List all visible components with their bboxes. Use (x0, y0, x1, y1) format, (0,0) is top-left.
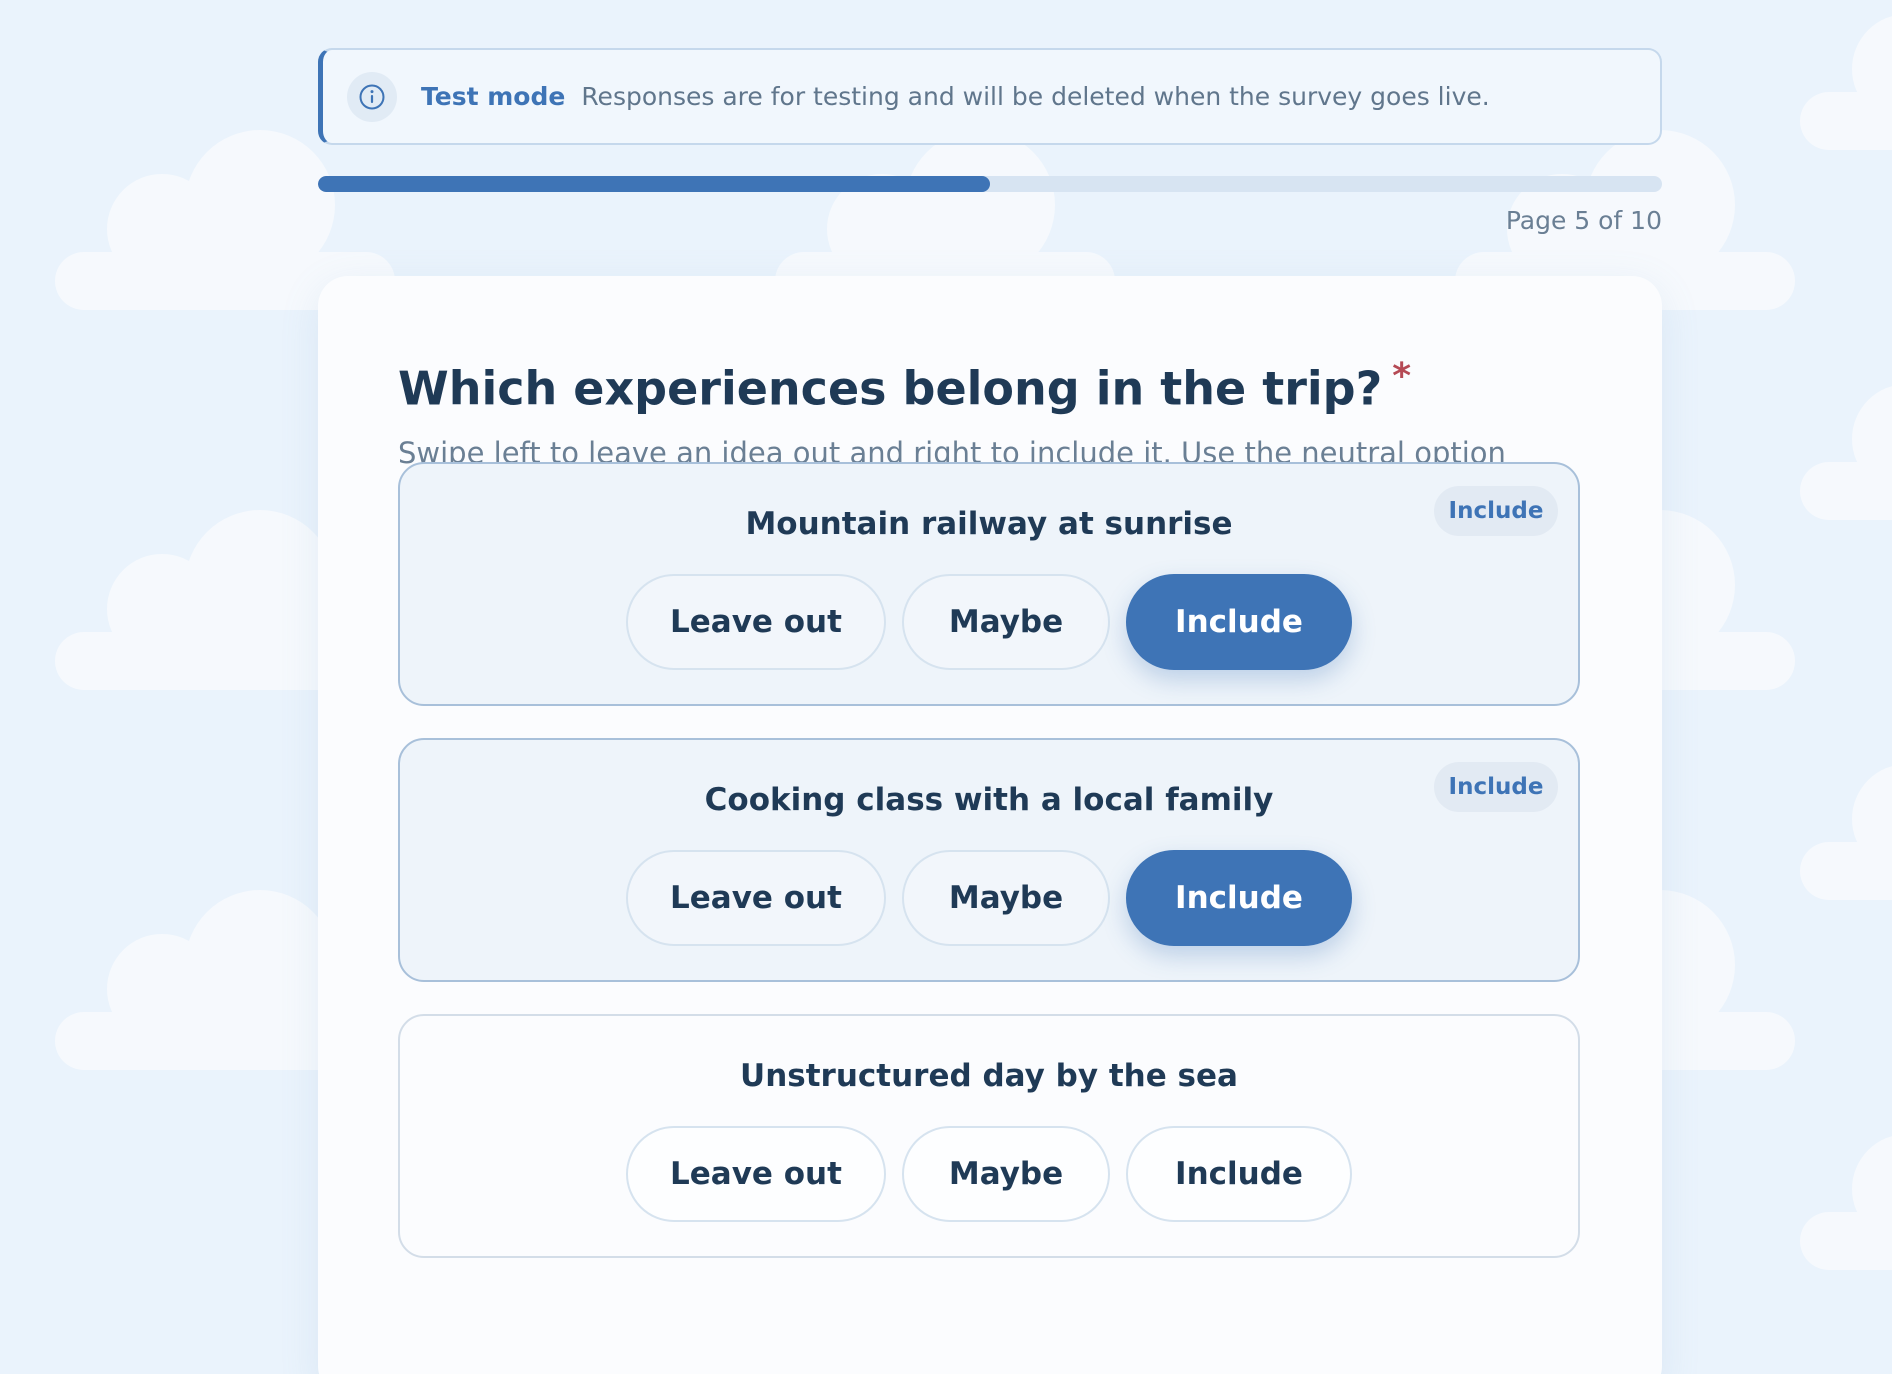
cloud-decoration (1800, 14, 1892, 150)
maybe-button[interactable]: Maybe (902, 574, 1110, 670)
question-card: Which experiences belong in the trip? * S… (318, 276, 1662, 1374)
choice-group: Leave out Maybe Include (626, 1126, 1352, 1222)
maybe-button[interactable]: Maybe (902, 850, 1110, 946)
choice-group: Leave out Maybe Include (626, 574, 1352, 670)
cloud-decoration (1800, 1134, 1892, 1270)
experience-item: Cooking class with a local family Includ… (398, 738, 1580, 982)
leave-out-button[interactable]: Leave out (626, 574, 886, 670)
page-indicator: Page 5 of 10 (1505, 206, 1662, 235)
banner-text: Responses are for testing and will be de… (581, 82, 1490, 111)
experience-item: Unstructured day by the sea Leave out Ma… (398, 1014, 1580, 1258)
experience-label: Unstructured day by the sea (740, 1058, 1238, 1094)
leave-out-button[interactable]: Leave out (626, 850, 886, 946)
choice-group: Leave out Maybe Include (626, 850, 1352, 946)
question-text: Which experiences belong in the trip? (398, 361, 1383, 416)
experience-item: Mountain railway at sunrise Include Leav… (398, 462, 1580, 706)
include-button[interactable]: Include (1126, 850, 1352, 946)
progress-fill (318, 176, 990, 192)
test-mode-banner: Test mode Responses are for testing and … (318, 48, 1662, 145)
required-marker: * (1392, 356, 1412, 397)
leave-out-button[interactable]: Leave out (626, 1126, 886, 1222)
maybe-button[interactable]: Maybe (902, 1126, 1110, 1222)
selection-badge: Include (1434, 486, 1558, 536)
include-button[interactable]: Include (1126, 1126, 1352, 1222)
survey-header: Test mode Responses are for testing and … (318, 48, 1662, 240)
info-icon (347, 71, 397, 122)
progress-bar (318, 176, 1662, 192)
banner-title: Test mode (421, 82, 566, 111)
experience-label: Cooking class with a local family (704, 782, 1274, 818)
cloud-decoration (1800, 764, 1892, 900)
question-title: Which experiences belong in the trip? * (398, 356, 1411, 415)
selection-badge: Include (1434, 762, 1558, 812)
experience-label: Mountain railway at sunrise (745, 506, 1233, 542)
cloud-decoration (1800, 384, 1892, 520)
include-button[interactable]: Include (1126, 574, 1352, 670)
